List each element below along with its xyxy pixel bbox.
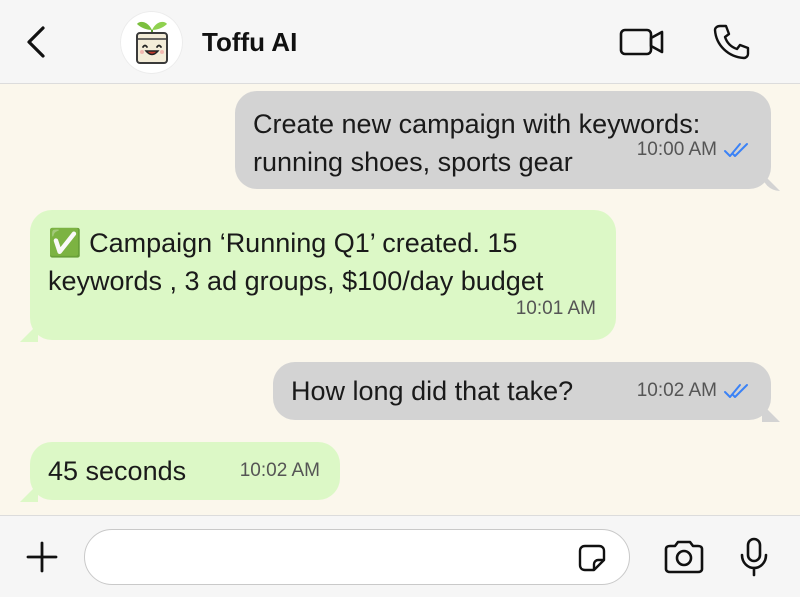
message-meta: 10:01 AM — [516, 290, 596, 328]
message-bubble-incoming[interactable]: ✅ Campaign ‘Running Q1’ created. 15 keyw… — [30, 210, 616, 340]
phone-icon — [713, 24, 750, 60]
message-bubble-outgoing[interactable]: Create new campaign with keywords: runni… — [235, 91, 771, 189]
bubble-tail — [20, 324, 38, 342]
double-check-icon — [724, 384, 748, 398]
video-call-button[interactable] — [614, 20, 670, 64]
attach-button[interactable] — [20, 535, 64, 579]
microphone-icon — [740, 537, 768, 577]
camera-button[interactable] — [656, 535, 712, 579]
message-composer — [0, 515, 800, 597]
microphone-button[interactable] — [728, 535, 780, 579]
chat-header: Toffu AI — [0, 0, 800, 84]
bubble-tail — [20, 484, 38, 502]
sticker-icon — [578, 544, 606, 572]
contact-name[interactable]: Toffu AI — [202, 27, 297, 58]
message-meta: 10:02 AM — [637, 372, 751, 410]
message-input[interactable] — [105, 538, 565, 576]
tofu-mascot-icon — [135, 21, 168, 64]
message-time: 10:00 AM — [636, 139, 717, 160]
back-button[interactable] — [16, 20, 56, 64]
voice-call-button[interactable] — [703, 20, 759, 64]
message-meta: 10:00 AM — [637, 131, 751, 169]
message-time: 10:02 AM — [636, 380, 717, 401]
chevron-left-icon — [27, 26, 45, 58]
camera-icon — [664, 540, 704, 574]
message-text: ✅ Campaign ‘Running Q1’ created. 15 — [48, 228, 518, 258]
message-time: 10:02 AM — [239, 460, 320, 481]
bubble-tail — [762, 404, 780, 422]
message-bubble-incoming[interactable]: 45 seconds 10:02 AM — [30, 442, 340, 500]
video-camera-icon — [619, 28, 664, 56]
double-check-icon — [724, 143, 748, 157]
message-time: 10:01 AM — [515, 298, 596, 319]
plus-icon — [26, 541, 58, 573]
contact-avatar[interactable] — [120, 11, 183, 74]
message-input-container — [84, 529, 630, 585]
message-list[interactable]: Create new campaign with keywords: runni… — [0, 85, 800, 515]
message-meta: 10:02 AM — [240, 452, 320, 490]
sticker-button[interactable] — [573, 539, 611, 577]
message-bubble-outgoing[interactable]: How long did that take? 10:02 AM — [273, 362, 771, 420]
